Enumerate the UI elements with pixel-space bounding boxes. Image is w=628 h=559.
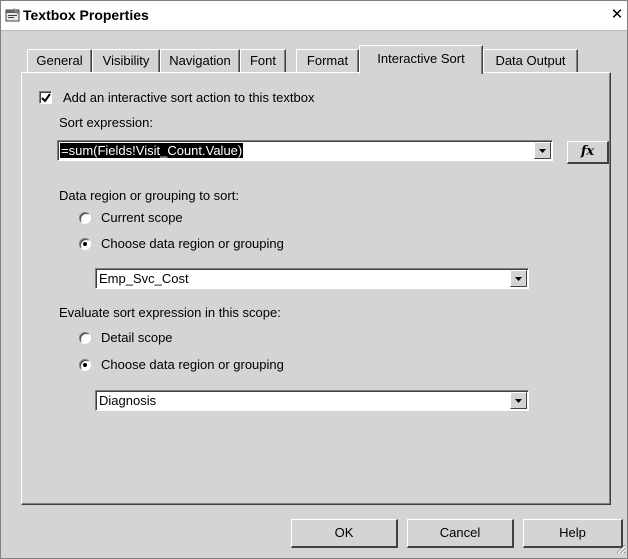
radio-selected-dot xyxy=(83,363,87,367)
tab-format[interactable]: Format xyxy=(296,49,359,73)
data-region-label: Data region or grouping to sort: xyxy=(59,188,239,203)
checkmark-icon xyxy=(41,93,51,103)
chevron-down-icon[interactable] xyxy=(510,270,527,287)
tab-interactive-sort[interactable]: Interactive Sort xyxy=(359,45,483,74)
tab-general[interactable]: General xyxy=(27,49,92,73)
tab-font[interactable]: Font xyxy=(240,49,286,73)
choose-data-region-label: Choose data region or grouping xyxy=(101,236,284,251)
tab-data-output[interactable]: Data Output xyxy=(483,49,578,73)
tab-navigation[interactable]: Navigation xyxy=(160,49,240,73)
fx-icon: fx xyxy=(580,144,595,159)
expression-builder-button[interactable]: fx xyxy=(567,141,609,164)
radio-selected-dot xyxy=(83,242,87,246)
sort-expression-combo[interactable]: =sum(Fields!Visit_Count.Value) xyxy=(57,140,553,161)
detail-scope-radio[interactable] xyxy=(79,332,91,344)
choose-data-region-radio[interactable] xyxy=(79,238,91,250)
help-button[interactable]: Help xyxy=(523,519,623,548)
evaluate-scope-value: Diagnosis xyxy=(99,393,157,408)
ok-button[interactable]: OK xyxy=(291,519,398,548)
resize-grip-icon[interactable] xyxy=(614,542,626,557)
evaluate-scope-label: Evaluate sort expression in this scope: xyxy=(59,305,281,320)
sort-expression-label: Sort expression: xyxy=(59,115,153,130)
cancel-button[interactable]: Cancel xyxy=(407,519,514,548)
tab-visibility[interactable]: Visibility xyxy=(92,49,160,73)
sort-expression-value: =sum(Fields!Visit_Count.Value) xyxy=(60,143,244,158)
choose-scope-grouping-label: Choose data region or grouping xyxy=(101,357,284,372)
add-sort-action-label: Add an interactive sort action to this t… xyxy=(63,90,315,105)
data-region-value: Emp_Svc_Cost xyxy=(99,271,189,286)
dialog-properties-icon xyxy=(5,7,21,23)
close-icon[interactable]: ✕ xyxy=(609,7,625,23)
evaluate-scope-combo[interactable]: Diagnosis xyxy=(95,390,529,411)
dialog-title: Textbox Properties xyxy=(23,7,149,23)
current-scope-label: Current scope xyxy=(101,210,183,225)
choose-scope-grouping-radio[interactable] xyxy=(79,359,91,371)
title-bar: Textbox Properties ✕ xyxy=(1,1,627,31)
current-scope-radio[interactable] xyxy=(79,212,91,224)
detail-scope-label: Detail scope xyxy=(101,330,173,345)
textbox-properties-dialog: Textbox Properties ✕ General Visibility … xyxy=(0,0,628,559)
chevron-down-icon[interactable] xyxy=(534,142,551,159)
chevron-down-icon[interactable] xyxy=(510,392,527,409)
add-sort-action-checkbox[interactable] xyxy=(39,91,52,104)
data-region-combo[interactable]: Emp_Svc_Cost xyxy=(95,268,529,289)
